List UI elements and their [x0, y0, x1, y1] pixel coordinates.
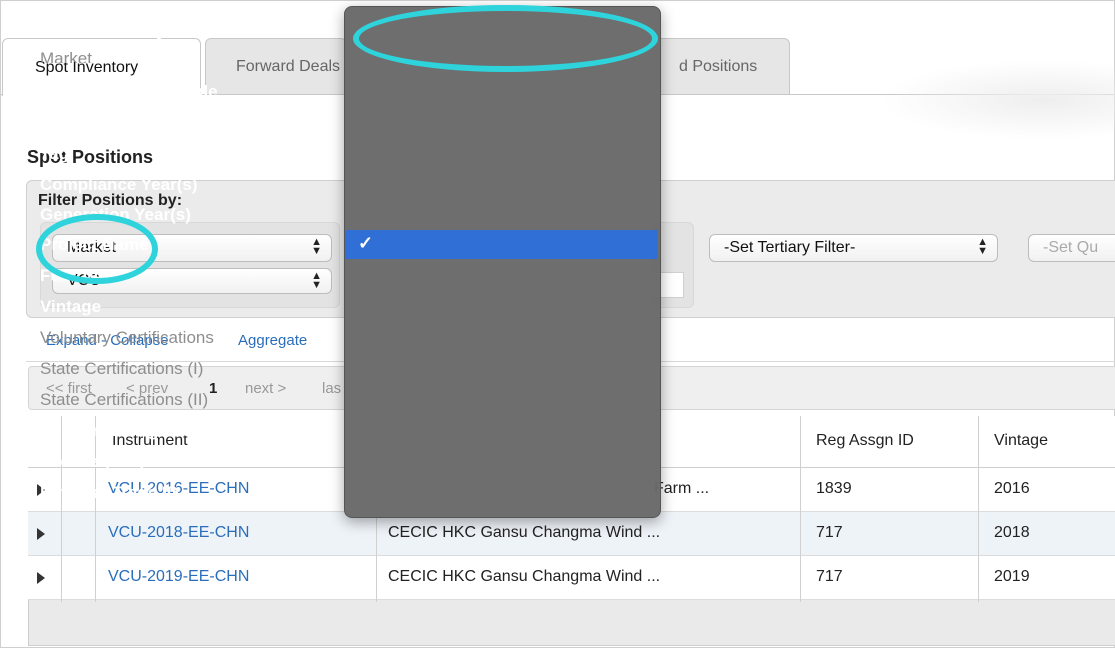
column-header-reg-assgn-id[interactable]: Reg Assgn ID	[816, 432, 914, 450]
menu-item-vintage[interactable]: Vintage	[40, 297, 101, 317]
select-value: -Set Tertiary Filter-	[724, 239, 856, 256]
menu-item-program[interactable]: Program	[40, 113, 110, 133]
tertiary-filter-select[interactable]: -Set Tertiary Filter- ▲ ▼	[709, 234, 998, 262]
project-name-cell: CECIC HKC Gansu Changma Wind ...	[388, 524, 661, 541]
annotation-circle-secondary-filter	[353, 5, 658, 72]
menu-item-tag[interactable]: Tag	[40, 144, 69, 164]
menu-item-registry-assigned-id[interactable]: Registry Assigned ID	[40, 421, 210, 441]
expand-row-icon[interactable]	[37, 528, 45, 540]
select-arrows-icon: ▲ ▼	[977, 236, 988, 257]
menu-item-set-secondary-filter[interactable]: -Set Secondary Filter-	[42, 21, 218, 41]
quaternary-filter-select[interactable]: -Set Qu	[1028, 234, 1115, 262]
menu-item-compliance-years[interactable]: Compliance Year(s)	[40, 175, 197, 195]
pager-next[interactable]: next >	[245, 380, 286, 397]
select-value: -Set Qu	[1043, 239, 1099, 256]
pager-last[interactable]: las	[322, 380, 341, 397]
menu-item-state-certifications-i: State Certifications (I)	[40, 359, 204, 378]
menu-item-counterparty[interactable]: Counterparty	[40, 452, 147, 472]
expand-row-icon[interactable]	[37, 572, 45, 584]
menu-item-voluntary-certifications: Voluntary Certifications	[40, 328, 214, 347]
select-arrows-icon: ▲ ▼	[311, 270, 322, 291]
checkmark-icon: ✓	[358, 233, 374, 253]
menu-item-external-trade-id[interactable]: External Trade ID	[40, 483, 179, 503]
aggregate-link[interactable]: Aggregate	[238, 332, 307, 349]
column-divider	[95, 416, 96, 602]
tab-label: Forward Deals	[236, 57, 341, 75]
select-arrows-icon: ▲ ▼	[311, 236, 322, 257]
vintage-cell: 2019	[994, 568, 1030, 585]
tab-forward-deals[interactable]: Forward Deals	[205, 38, 347, 94]
annotation-circle-market	[36, 214, 158, 284]
column-divider	[61, 416, 62, 602]
vintage-cell: 2016	[994, 480, 1030, 497]
menu-item-market: Market	[40, 49, 92, 63]
instrument-link[interactable]: VCU-2019-EE-CHN	[108, 568, 249, 586]
menu-item-state-certifications-ii: State Certifications (II)	[40, 390, 209, 409]
project-name-cell: CECIC HKC Gansu Changma Wind ...	[388, 568, 661, 585]
menu-item-qualification-possible[interactable]: Qualification Possible	[40, 82, 218, 102]
pager-current-page: 1	[209, 380, 218, 397]
secondary-filter-menu	[344, 6, 661, 518]
tab-label: d Positions	[679, 57, 758, 75]
column-divider	[800, 416, 801, 602]
instrument-link[interactable]: VCU-2018-EE-CHN	[108, 524, 249, 542]
vintage-cell: 2018	[994, 524, 1030, 541]
reg-assgn-id-cell: 717	[816, 568, 843, 585]
reg-assgn-id-cell: 717	[816, 524, 843, 541]
background-texture	[880, 60, 1115, 140]
project-name-cell: Farm ...	[654, 480, 710, 497]
menu-selection-highlight	[345, 230, 658, 259]
reg-assgn-id-cell: 1839	[816, 480, 852, 497]
column-divider	[978, 416, 979, 602]
column-header-vintage[interactable]: Vintage	[994, 432, 1048, 450]
